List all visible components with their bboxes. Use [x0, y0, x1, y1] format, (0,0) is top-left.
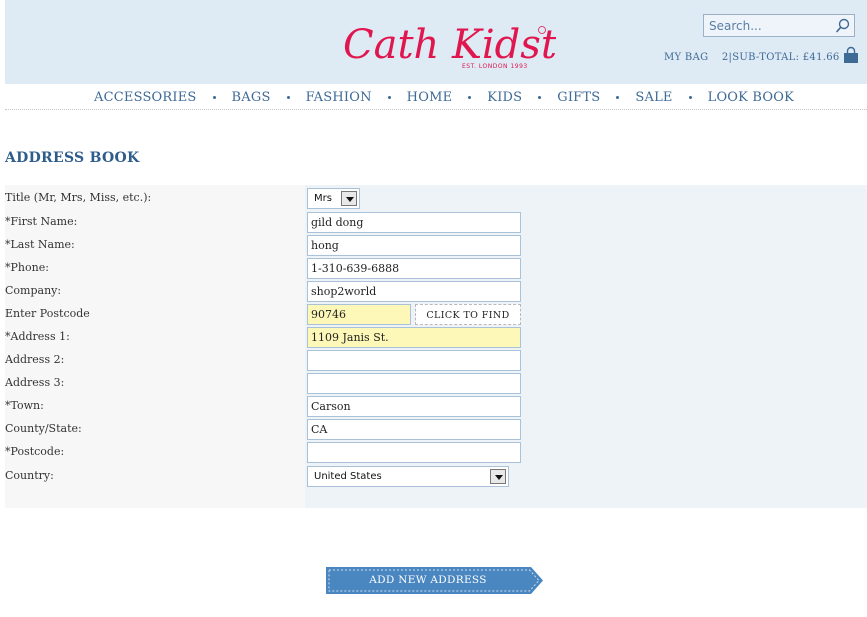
address3-label: Address 3: — [5, 376, 65, 389]
nav-item-look-book[interactable]: LOOK BOOK — [708, 90, 794, 105]
nav-divider — [5, 109, 867, 110]
nav-separator — [616, 96, 620, 99]
title-label: Title (Mr, Mrs, Miss, etc.): — [5, 191, 152, 204]
country-label: Country: — [5, 469, 54, 482]
address1-field[interactable] — [307, 327, 521, 348]
country-select[interactable]: United States — [307, 466, 509, 487]
title-select[interactable]: Mrs — [307, 188, 360, 209]
nav-item-sale[interactable]: SALE — [635, 90, 672, 105]
county-field[interactable] — [307, 419, 521, 440]
click-to-find-button[interactable]: CLICK TO FIND — [415, 304, 521, 325]
logo-wordmark: Cath Kidston — [343, 22, 556, 68]
site-header: Cath Kidston EST. LONDON 1993 MY BAG 2|S… — [5, 0, 867, 84]
nav-item-bags[interactable]: BAGS — [232, 90, 271, 105]
search-icon[interactable] — [834, 17, 852, 35]
first-name-field[interactable] — [307, 212, 521, 233]
last-name-label: *Last Name: — [5, 238, 75, 251]
county-label: County/State: — [5, 422, 82, 435]
nav-separator — [387, 96, 391, 99]
postcode-lookup-field[interactable] — [307, 304, 411, 325]
address2-field[interactable] — [307, 350, 521, 371]
last-name-field[interactable] — [307, 235, 521, 256]
enter-postcode-label: Enter Postcode — [5, 307, 90, 320]
postcode-label: *Postcode: — [5, 445, 65, 458]
cath-kidston-logo[interactable]: Cath Kidston EST. LONDON 1993 — [341, 8, 607, 74]
postcode-field[interactable] — [307, 442, 521, 463]
logo-tagline: EST. LONDON 1993 — [462, 63, 528, 70]
company-field[interactable] — [307, 281, 521, 302]
chevron-down-icon[interactable] — [341, 191, 357, 206]
town-label: *Town: — [5, 399, 44, 412]
phone-field[interactable] — [307, 258, 521, 279]
nav-separator — [538, 96, 542, 99]
shopping-bag-icon[interactable] — [843, 46, 859, 64]
nav-separator — [468, 96, 472, 99]
bag-subtotal: |SUB-TOTAL: £41.66 — [728, 52, 840, 63]
bag-label: MY BAG — [664, 52, 709, 63]
add-new-address-button[interactable]: ADD NEW ADDRESS — [326, 567, 544, 594]
bag-summary[interactable]: MY BAG 2|SUB-TOTAL: £41.66 — [664, 52, 844, 63]
address3-field[interactable] — [307, 373, 521, 394]
company-label: Company: — [5, 284, 62, 297]
nav-item-accessories[interactable]: ACCESSORIES — [94, 90, 197, 105]
title-select-value: Mrs — [314, 193, 332, 204]
address1-label: *Address 1: — [5, 330, 70, 343]
page-title: ADDRESS BOOK — [5, 150, 140, 166]
nav-item-kids[interactable]: KIDS — [487, 90, 522, 105]
bag-count: 2 — [721, 52, 729, 63]
nav-separator — [286, 96, 290, 99]
search-box — [703, 14, 855, 37]
chevron-down-icon[interactable] — [490, 469, 506, 484]
nav-item-gifts[interactable]: GIFTS — [557, 90, 600, 105]
nav-item-fashion[interactable]: FASHION — [306, 90, 372, 105]
add-new-address-label: ADD NEW ADDRESS — [369, 574, 487, 586]
country-select-value: United States — [314, 471, 382, 482]
nav-item-home[interactable]: HOME — [407, 90, 453, 105]
nav-separator — [212, 96, 216, 99]
town-field[interactable] — [307, 396, 521, 417]
phone-label: *Phone: — [5, 261, 49, 274]
search-input[interactable] — [704, 15, 834, 36]
address2-label: Address 2: — [5, 353, 65, 366]
first-name-label: *First Name: — [5, 215, 78, 228]
nav-separator — [688, 96, 692, 99]
